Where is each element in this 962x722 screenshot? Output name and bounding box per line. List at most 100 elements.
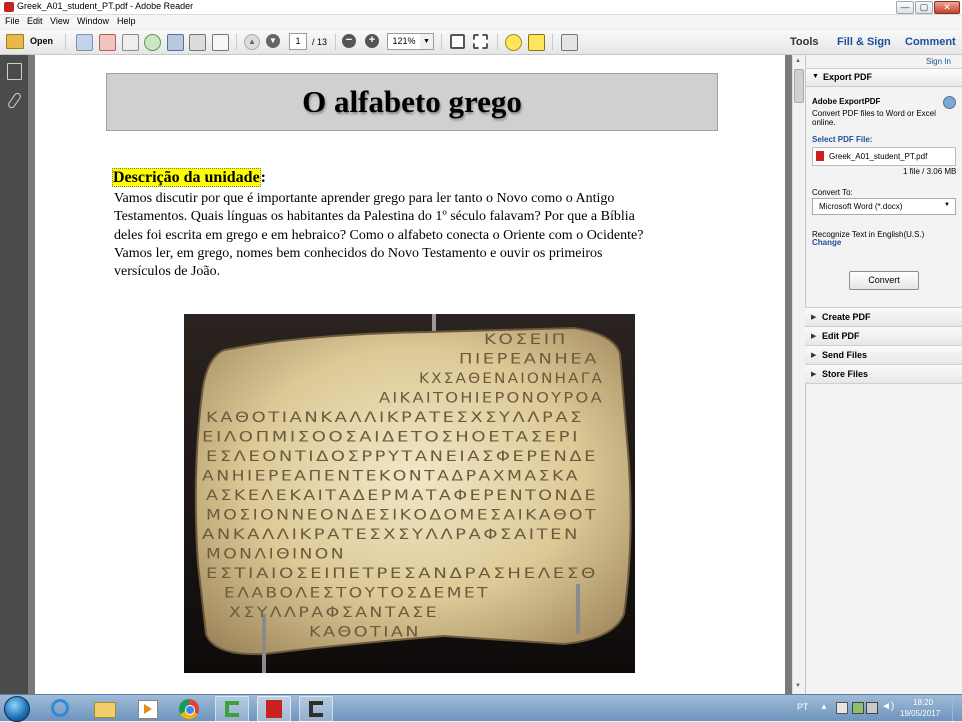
pdf-file-icon [816, 151, 824, 161]
inscription-line: ΜΟΣΙΟΝΝΕΟΝΔΕΣΙΚΟΔΟΜΕΣΑΙΚΑΘΟΤ [206, 508, 598, 524]
inscription-line: ΕΛΑΒΟΛΕΣΤΟΥΤΟΣΔΕΜΕΤ [224, 586, 490, 602]
language-indicator[interactable]: PT [797, 702, 809, 712]
expand-arrow-icon: ▶ [811, 371, 817, 378]
toolbar-divider [497, 34, 498, 50]
convert-format-select[interactable]: Microsoft Word (*.docx) ▼ [812, 198, 956, 215]
tools-tab[interactable]: Tools [790, 36, 819, 48]
fit-page-icon[interactable] [450, 34, 465, 49]
camtasia-recorder-icon[interactable] [299, 696, 333, 722]
adobe-reader-app-icon [4, 2, 14, 12]
page-thumbnails-icon[interactable] [7, 63, 22, 80]
camtasia-icon[interactable] [215, 696, 249, 722]
create-pdf-icon[interactable] [76, 34, 93, 51]
change-language-link[interactable]: Change [812, 238, 841, 247]
scroll-up-icon[interactable]: ▲ [795, 58, 802, 65]
menu-bar: File Edit View Window Help [0, 15, 962, 29]
email-icon[interactable] [212, 34, 229, 51]
convert-button[interactable]: Convert [849, 271, 919, 290]
service-info-icon[interactable] [943, 96, 956, 109]
convert-description: Convert PDF files to Word or Excel [812, 109, 936, 118]
export-pdf-header[interactable]: ▼ Export PDF [806, 68, 962, 87]
minimize-button[interactable]: — [896, 1, 914, 14]
title-bar: Greek_A01_student_PT.pdf - Adobe Reader … [0, 0, 962, 15]
scrollbar-thumb[interactable] [794, 69, 804, 103]
action-center-icon[interactable] [836, 702, 848, 714]
save-icon[interactable] [167, 34, 184, 51]
inscription-line: ΑΝΗΙΕΡΕΑΠΕΝΤΕΚΟΝΤΑΔΡΑΧΜΑΣΚΑ [202, 469, 580, 485]
fit-width-icon[interactable] [473, 34, 488, 49]
description-line: versículos de João. [114, 264, 221, 280]
inscription-line: ΠΙΕΡΕΑΝΗΕΑ [459, 352, 599, 368]
attachments-icon[interactable] [6, 91, 23, 110]
document-scrollbar[interactable]: ▲ ▼ [792, 55, 805, 694]
edit-pdf-label: Edit PDF [822, 331, 860, 341]
inscription-line: ΕΣΤΙΑΙΟΣΕΙΠΕΤΡΕΣΑΝΔΡΑΣΗΕΛΕΣΘ [206, 566, 598, 582]
toolbar-divider [441, 34, 442, 50]
scroll-down-icon[interactable]: ▼ [795, 683, 802, 690]
inscription-line: ΚΑΘΟΤΙΑΝ [309, 625, 421, 641]
menu-file[interactable]: File [5, 16, 20, 26]
store-files-label: Store Files [822, 369, 869, 379]
selected-file-field[interactable]: Greek_A01_student_PT.pdf [812, 147, 956, 166]
toolbar-divider [552, 34, 553, 50]
navigation-pane [0, 55, 28, 694]
clock-date[interactable]: 19/05/2017 [900, 709, 940, 718]
print-icon[interactable] [189, 34, 206, 51]
next-page-icon[interactable]: ▼ [266, 34, 280, 48]
inscription-line: ΜΟΝΛΙΘΙΝΟΝ [206, 547, 346, 563]
unit-description-heading: Descrição da unidade: [112, 168, 266, 187]
expand-arrow-icon: ▶ [811, 333, 817, 340]
edit-pdf-section[interactable]: ▶ Edit PDF [805, 326, 962, 345]
zoom-level-input[interactable]: 121% [387, 33, 421, 50]
toolbar-divider [65, 34, 66, 50]
clock-time[interactable]: 18:20 [913, 698, 933, 707]
select-pdf-label: Select PDF File: [812, 135, 873, 144]
store-files-section[interactable]: ▶ Store Files [805, 364, 962, 384]
menu-view[interactable]: View [50, 16, 69, 26]
menu-help[interactable]: Help [117, 16, 136, 26]
zoom-in-icon[interactable]: + [365, 34, 379, 48]
sticky-note-icon[interactable] [505, 34, 522, 51]
volume-icon[interactable]: ◄) [881, 701, 894, 712]
show-hidden-icons-icon[interactable]: ▲ [820, 702, 828, 711]
select-arrow-icon: ▼ [944, 202, 950, 208]
page-number-input[interactable]: 1 [289, 33, 307, 50]
menu-window[interactable]: Window [77, 16, 109, 26]
close-button[interactable]: ✕ [934, 1, 960, 14]
menu-edit[interactable]: Edit [27, 16, 43, 26]
full-screen-icon[interactable] [561, 34, 578, 51]
create-pdf-section[interactable]: ▶ Create PDF [805, 307, 962, 326]
file-explorer-icon[interactable] [88, 696, 120, 720]
zoom-out-icon[interactable]: − [342, 34, 356, 48]
inscription-line: ΚΑΘΟΤΙΑΝΚΑΛΛΙΚΡΑΤΕΣΧΣΥΛΛΡΑΣ [206, 410, 584, 426]
selected-file-name: Greek_A01_student_PT.pdf [829, 152, 928, 161]
description-line: Testamentos. Quais línguas os habitantes… [114, 209, 635, 225]
cloud-upload-icon[interactable] [144, 34, 161, 51]
description-line: Vamos discutir por que é importante apre… [114, 191, 615, 206]
adobe-reader-taskbar-icon[interactable] [257, 696, 291, 722]
open-folder-icon[interactable] [6, 34, 24, 49]
start-button-icon[interactable] [4, 696, 30, 722]
send-files-label: Send Files [822, 350, 868, 360]
highlight-text-icon[interactable] [528, 34, 545, 51]
highlighted-heading: Descrição da unidade [112, 168, 261, 187]
sign-in-link[interactable]: Sign In [926, 57, 951, 66]
edit-pdf-icon[interactable] [122, 34, 139, 51]
comment-tab[interactable]: Comment [905, 36, 956, 48]
show-desktop-button[interactable] [952, 695, 962, 721]
open-button[interactable]: Open [30, 36, 53, 46]
media-player-icon[interactable] [131, 696, 163, 720]
combine-files-icon[interactable] [99, 34, 116, 51]
battery-icon[interactable] [866, 702, 878, 714]
inscription-line: ΑΣΚΕΛΕΚΑΙΤΑΔΕΡΜΑΤΑΦΕΡΕΝΤΟΝΔΕ [206, 488, 598, 504]
internet-explorer-icon[interactable] [44, 696, 76, 720]
zoom-dropdown-icon[interactable]: ▼ [420, 33, 434, 50]
maximize-button[interactable]: ▢ [915, 1, 933, 14]
chrome-icon[interactable] [173, 696, 205, 720]
previous-page-icon[interactable]: ▲ [244, 34, 260, 50]
network-icon[interactable] [852, 702, 864, 714]
send-files-section[interactable]: ▶ Send Files [805, 345, 962, 364]
convert-description-cont: online. [812, 118, 836, 127]
heading-colon: : [260, 169, 266, 186]
fill-sign-tab[interactable]: Fill & Sign [837, 36, 891, 48]
